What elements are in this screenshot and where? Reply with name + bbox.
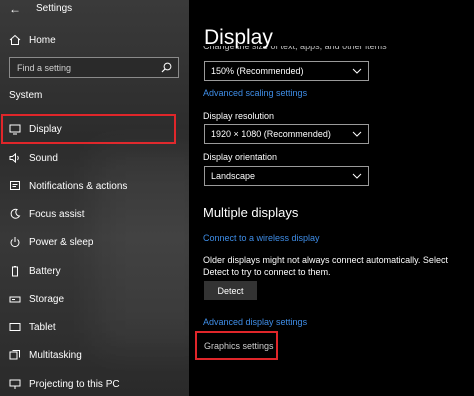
sidebar-item-label: Notifications & actions: [29, 180, 128, 192]
sidebar-item-display[interactable]: Display: [0, 118, 62, 140]
scale-value: 150% (Recommended): [211, 66, 304, 76]
search-input[interactable]: Find a setting: [9, 57, 179, 78]
sidebar-item-storage[interactable]: Storage: [0, 288, 64, 310]
sidebar-item-notifications[interactable]: Notifications & actions: [0, 175, 127, 197]
sidebar-item-sound[interactable]: Sound: [0, 147, 58, 169]
sidebar-item-label: Battery: [29, 265, 61, 277]
resolution-dropdown[interactable]: 1920 × 1080 (Recommended): [204, 124, 369, 144]
notification-icon: [9, 180, 21, 192]
resolution-value: 1920 × 1080 (Recommended): [211, 129, 331, 139]
search-placeholder: Find a setting: [17, 63, 72, 73]
home-label: Home: [29, 34, 56, 46]
main-content: Change the size of text, apps, and other…: [189, 0, 474, 396]
sidebar: ← Settings Home Find a setting System Di…: [0, 0, 189, 396]
older-displays-text: Older displays might not always connect …: [203, 255, 448, 277]
storage-icon: [9, 293, 21, 305]
orientation-value: Landscape: [211, 171, 256, 181]
page-title: Display: [204, 26, 273, 49]
highlight-box-graphics: Graphics settings: [195, 331, 278, 360]
sidebar-item-focus-assist[interactable]: Focus assist: [0, 203, 85, 225]
sidebar-item-label: Projecting to this PC: [29, 378, 120, 390]
home-nav-item[interactable]: Home: [0, 29, 56, 51]
sidebar-item-projecting[interactable]: Projecting to this PC: [0, 373, 120, 395]
advanced-display-link[interactable]: Advanced display settings: [203, 317, 307, 327]
multiple-displays-heading: Multiple displays: [203, 205, 299, 220]
sidebar-item-multitasking[interactable]: Multitasking: [0, 344, 82, 366]
monitor-icon: [9, 123, 21, 135]
sidebar-item-label: Tablet: [29, 321, 56, 333]
scale-dropdown[interactable]: 150% (Recommended): [204, 61, 369, 81]
section-title-system: System: [9, 90, 43, 101]
sidebar-item-label: Power & sleep: [29, 236, 94, 248]
home-icon: [9, 34, 21, 46]
moon-icon: [9, 208, 21, 220]
sidebar-item-tablet[interactable]: Tablet: [0, 316, 56, 338]
chevron-down-icon: [352, 68, 362, 74]
sidebar-item-label: Multitasking: [29, 349, 82, 361]
detect-button[interactable]: Detect: [204, 281, 257, 300]
sidebar-item-battery[interactable]: Battery: [0, 260, 61, 282]
chevron-down-icon: [352, 173, 362, 179]
power-icon: [9, 236, 21, 248]
wireless-display-link[interactable]: Connect to a wireless display: [203, 233, 320, 243]
sidebar-item-label: Storage: [29, 293, 65, 305]
back-arrow-icon[interactable]: ←: [9, 2, 21, 16]
sidebar-item-label: Sound: [29, 152, 58, 164]
orientation-dropdown[interactable]: Landscape: [204, 166, 369, 186]
multitasking-icon: [9, 349, 21, 361]
sidebar-item-power-sleep[interactable]: Power & sleep: [0, 231, 93, 253]
battery-icon: [9, 265, 21, 277]
resolution-label: Display resolution: [203, 111, 275, 121]
projector-icon: [9, 378, 21, 390]
tablet-icon: [9, 321, 21, 333]
graphics-settings-link[interactable]: Graphics settings: [204, 341, 274, 351]
advanced-scaling-link[interactable]: Advanced scaling settings: [203, 88, 307, 98]
speaker-icon: [9, 152, 21, 164]
search-icon: [161, 62, 172, 73]
sidebar-item-label: Display: [29, 123, 62, 135]
sidebar-item-label: Focus assist: [29, 208, 85, 220]
orientation-label: Display orientation: [203, 152, 278, 162]
app-title: Settings: [36, 3, 73, 14]
chevron-down-icon: [352, 131, 362, 137]
